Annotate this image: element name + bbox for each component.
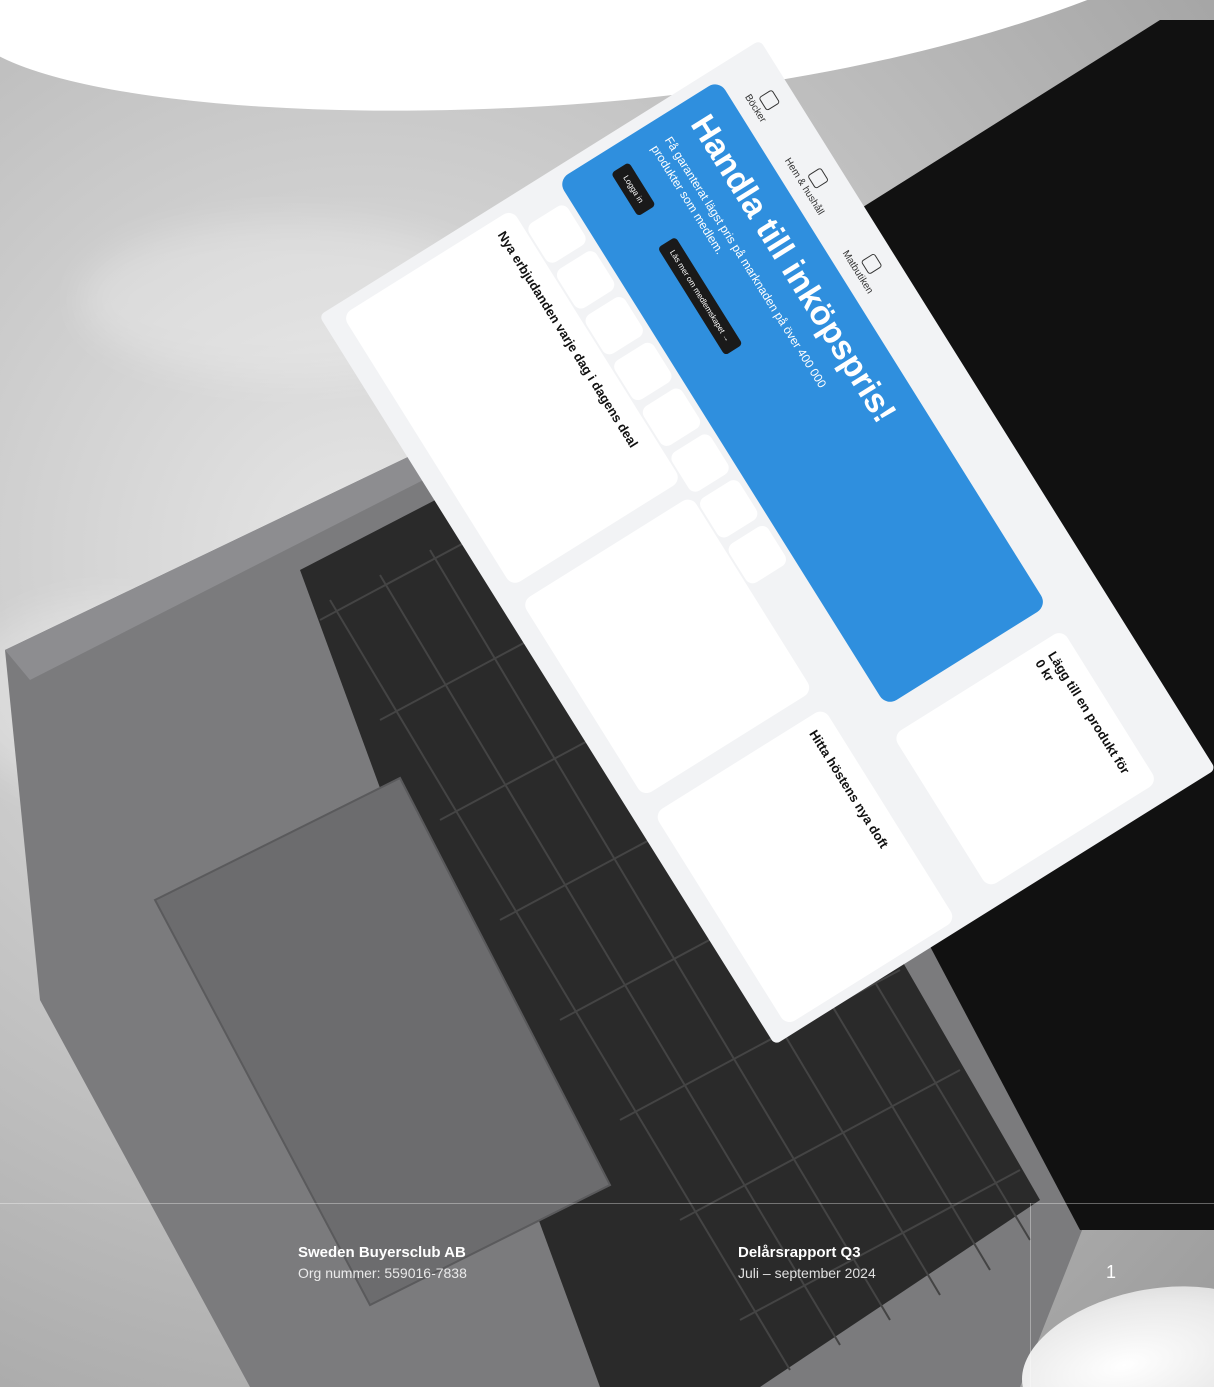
laptop-photo: Böcker Hem & hushåll Matbutiken Handla t… bbox=[0, 0, 1214, 1387]
company-name: Sweden Buyersclub AB bbox=[298, 1244, 466, 1261]
report-period: Juli – september 2024 bbox=[738, 1265, 876, 1281]
nav-item-books: Böcker bbox=[742, 82, 784, 125]
footer-divider bbox=[0, 1203, 1214, 1204]
document-page: Böcker Hem & hushåll Matbutiken Handla t… bbox=[0, 0, 1214, 1387]
report-info: Delårsrapport Q3 Juli – september 2024 bbox=[738, 1243, 876, 1283]
report-title: Delårsrapport Q3 bbox=[738, 1244, 861, 1261]
footer-vertical-divider bbox=[1030, 1203, 1031, 1387]
org-number: Org nummer: 559016-7838 bbox=[298, 1265, 467, 1281]
company-info: Sweden Buyersclub AB Org nummer: 559016-… bbox=[298, 1243, 467, 1283]
page-number: 1 bbox=[1106, 1262, 1117, 1282]
login-button: Logga in bbox=[610, 162, 656, 217]
